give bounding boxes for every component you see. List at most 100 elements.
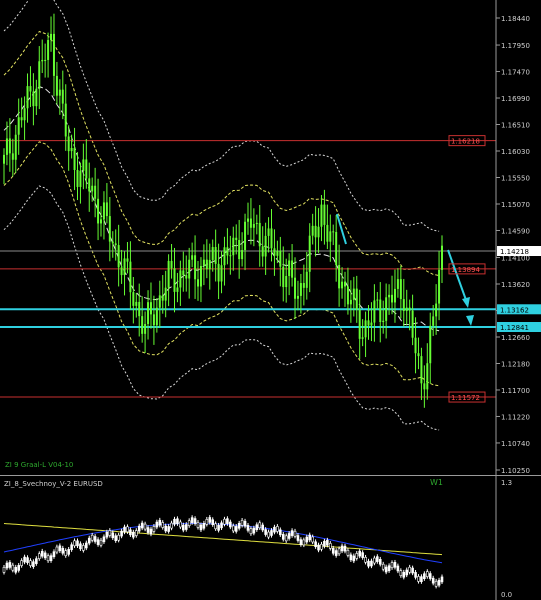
- candle-body: [194, 255, 197, 280]
- candle-body: [388, 294, 391, 298]
- candle-body: [385, 297, 388, 321]
- oscillator-candle: [40, 550, 44, 557]
- candle-body: [70, 147, 73, 152]
- candle-body: [120, 267, 123, 276]
- candle-body: [85, 159, 88, 179]
- candle-body: [147, 302, 150, 324]
- candle-body: [335, 232, 338, 266]
- candle-body: [17, 117, 20, 135]
- oscillator-candle: [305, 536, 309, 543]
- oscillator-candle: [399, 570, 403, 576]
- oscillator-candle: [290, 530, 294, 536]
- candle-body: [249, 218, 252, 228]
- oscillator-candle: [76, 540, 79, 547]
- price-chart-pane[interactable]: 1.18440 1.17950 1.17470 1.16990 1.16510 1.160…: [0, 0, 541, 475]
- candle-body: [285, 275, 288, 288]
- oscillator-candle: [137, 525, 141, 532]
- candle-body: [164, 287, 167, 301]
- candle-body: [152, 314, 155, 326]
- candle-body: [144, 323, 147, 334]
- candle-body: [129, 261, 132, 293]
- candle-body: [261, 246, 264, 257]
- oscillator-tick-bottom: 0.0: [501, 591, 512, 599]
- price-tick-label: 1.16030: [501, 148, 530, 156]
- oscillator-candle: [202, 522, 206, 529]
- oscillator-tick-top: 1.3: [501, 479, 512, 487]
- candle-body: [173, 268, 176, 292]
- candle-body: [343, 281, 346, 287]
- candle-body: [279, 250, 282, 267]
- oscillator-candle: [270, 530, 273, 536]
- candle-body: [199, 265, 202, 287]
- oscillator-candle: [82, 545, 85, 551]
- candle-body: [3, 154, 5, 164]
- oscillator-candle: [267, 531, 270, 538]
- candle-body: [73, 147, 76, 170]
- candle-body: [94, 185, 97, 199]
- oscillator-candle: [387, 565, 391, 572]
- price-tick-label: 1.11700: [501, 387, 530, 395]
- oscillator-candle: [23, 556, 26, 563]
- oscillator-candle: [334, 550, 338, 556]
- oscillator-candle: [179, 521, 182, 528]
- oscillator-candle: [196, 522, 200, 528]
- oscillator-candle: [396, 565, 400, 572]
- oscillator-candle: [149, 528, 153, 535]
- candle-body: [123, 258, 126, 276]
- oscillator-candle: [302, 539, 306, 546]
- candle-body: [396, 279, 399, 289]
- oscillator-candle: [67, 549, 70, 555]
- price-tick-label: 1.12660: [501, 334, 530, 342]
- oscillator-candle: [384, 566, 388, 573]
- oscillator-candle: [217, 525, 220, 531]
- oscillator-candle: [252, 527, 256, 534]
- oscillator-candle: [420, 576, 423, 582]
- candle-body: [379, 299, 382, 323]
- oscillator-candle: [317, 544, 320, 551]
- oscillator-candle: [17, 565, 20, 571]
- candle-body: [441, 245, 443, 270]
- candle-body: [197, 279, 200, 287]
- candle-body: [408, 307, 411, 311]
- oscillator-candle: [358, 550, 361, 557]
- candle-body: [5, 138, 8, 155]
- candle-body: [332, 231, 335, 233]
- oscillator-pane[interactable]: ZI_8_Svechnoy_V-2 EURUSD W1 1.3 0.0: [0, 475, 541, 600]
- oscillator-candle: [164, 525, 167, 532]
- oscillator-candle: [373, 557, 376, 564]
- candle-body: [26, 86, 29, 109]
- oscillator-candle: [14, 566, 18, 573]
- candle-body: [32, 91, 35, 107]
- candle-body: [282, 266, 285, 288]
- price-tick-label: 1.12180: [501, 360, 530, 368]
- oscillator-candle: [170, 522, 173, 529]
- oscillator-candle: [32, 561, 35, 568]
- candle-body: [302, 283, 305, 288]
- oscillator-candle: [155, 521, 159, 528]
- price-tick-label: 1.13620: [501, 281, 530, 289]
- oscillator-candle: [146, 527, 150, 533]
- candle-body: [38, 61, 41, 89]
- oscillator-candle: [437, 579, 441, 586]
- oscillator-candle: [431, 577, 435, 584]
- oscillator-candle: [85, 542, 88, 549]
- candle-body: [79, 170, 82, 187]
- oscillator-candle: [255, 524, 259, 531]
- candle-body: [238, 240, 241, 260]
- oscillator-candle: [108, 530, 112, 536]
- candle-body: [370, 322, 373, 326]
- oscillator-candle: [37, 553, 41, 560]
- level-tag-label: 1.13894: [451, 266, 480, 274]
- candle-body: [393, 288, 396, 303]
- candle-body: [246, 218, 249, 222]
- oscillator-candle: [152, 526, 156, 532]
- candle-body: [182, 270, 185, 276]
- candle-body: [361, 337, 364, 339]
- candle-body: [438, 269, 441, 304]
- highlight-price-label: 1.12841: [500, 324, 529, 332]
- candle-body: [76, 169, 79, 187]
- candle-body: [179, 270, 182, 288]
- oscillator-candle: [390, 562, 394, 569]
- oscillator-candle: [132, 531, 135, 538]
- candle-body: [399, 279, 402, 300]
